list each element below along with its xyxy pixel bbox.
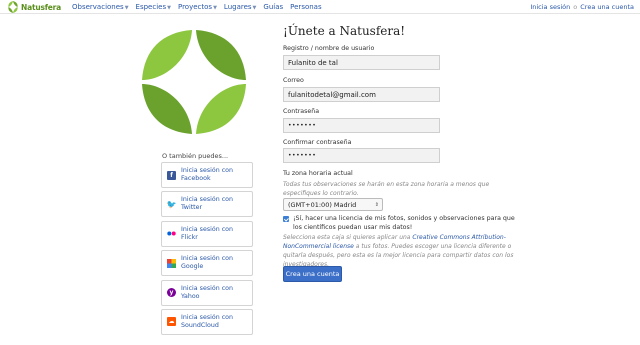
caret-down-icon: ▼ <box>213 5 217 11</box>
social-line2: Google <box>181 263 204 271</box>
caret-down-icon: ▼ <box>167 5 171 11</box>
login-soundcloud-button[interactable]: ☁ Inicia sesión con SoundCloud <box>161 308 253 335</box>
caret-down-icon: ▼ <box>252 5 257 11</box>
brand-logo[interactable]: Natusfera <box>7 1 61 13</box>
social-button-label: Inicia sesión con Yahoo <box>181 285 233 301</box>
nav-label: Especies <box>135 3 167 11</box>
social-line2: Twitter <box>181 204 203 212</box>
email-label: Correo <box>283 77 304 84</box>
social-line2: SoundCloud <box>181 321 219 329</box>
page-title: ¡Únete a Natusfera! <box>283 24 406 38</box>
email-field[interactable]: fulanitodetal@gmail.com <box>283 87 440 102</box>
social-button-label: Inicia sesión con Facebook <box>181 167 233 183</box>
timezone-label: Tu zona horaria actual <box>283 170 353 177</box>
yahoo-icon: y <box>167 288 176 298</box>
login-facebook-button[interactable]: f Inicia sesión con Facebook <box>161 162 253 188</box>
social-line2: Yahoo <box>181 292 200 300</box>
password-field[interactable]: ••••••• <box>283 118 440 133</box>
license-label: ¡Sí, hacer una licencia de mis fotos, so… <box>293 215 515 231</box>
social-button-label: Inicia sesión con Flickr <box>181 226 233 242</box>
soundcloud-icon: ☁ <box>167 317 176 327</box>
login-google-button[interactable]: Inicia sesión con Google <box>161 250 253 277</box>
nav-lugares[interactable]: Lugares▼ <box>224 3 256 11</box>
nav-especies[interactable]: Especies▼ <box>136 3 171 11</box>
nav-label: Personas <box>290 3 322 11</box>
login-twitter-button[interactable]: 🐦 Inicia sesión con Twitter <box>161 191 253 218</box>
nav-personas[interactable]: Personas <box>290 3 321 11</box>
social-line1: Inicia sesión con <box>181 255 234 263</box>
social-line2: Facebook <box>181 175 211 182</box>
nav-proyectos[interactable]: Proyectos▼ <box>178 3 217 11</box>
natusfera-hero-logo <box>142 30 246 134</box>
select-arrows-icon: ⇕ <box>374 202 379 208</box>
social-line1: Inicia sesión con <box>181 196 234 204</box>
license-hint-text: Selecciona esta caja si quieres aplicar … <box>283 234 413 241</box>
nav-label: Observaciones <box>72 3 124 11</box>
social-button-label: Inicia sesión con Google <box>181 255 233 271</box>
timezone-hint: Todas tus observaciones se harán en esta… <box>283 181 490 197</box>
social-login-list: f Inicia sesión con Facebook 🐦 Inicia ses… <box>161 162 253 338</box>
confirm-password-label: Confirmar contraseña <box>283 139 352 146</box>
google-icon <box>167 258 176 268</box>
social-button-label: Inicia sesión con Twitter <box>181 196 233 212</box>
main-nav: Observaciones▼ Especies▼ Proyectos▼ Luga… <box>72 0 329 14</box>
social-line1: Inicia sesión con <box>181 167 234 174</box>
license-hint: Selecciona esta caja si quieres aplicar … <box>283 233 518 269</box>
password-label: Contraseña <box>283 108 320 115</box>
nav-guias[interactable]: Guías <box>263 3 283 11</box>
nav-label: Lugares <box>223 3 252 11</box>
username-field[interactable]: Fulanito de tal <box>283 55 440 70</box>
confirm-password-field[interactable]: ••••••• <box>283 148 440 163</box>
signup-link[interactable]: Crea una cuenta <box>580 3 634 11</box>
login-link[interactable]: Inicia sesión <box>530 3 570 11</box>
social-line2: Flickr <box>181 233 198 241</box>
timezone-select[interactable]: (GMT+01:00) Madrid ⇕ <box>283 198 383 211</box>
natusfera-logo-icon <box>8 1 18 13</box>
social-line1: Inicia sesión con <box>181 284 234 292</box>
facebook-icon: f <box>167 170 176 180</box>
auth-separator: o <box>573 3 578 11</box>
auth-links: Inicia sesión o Crea una cuenta <box>530 0 634 14</box>
top-navigation-bar: Natusfera Observaciones▼ Especies▼ Proye… <box>0 0 640 14</box>
caret-down-icon: ▼ <box>124 5 129 11</box>
brand-name: Natusfera <box>21 2 62 12</box>
create-account-button[interactable]: Crea una cuenta <box>283 266 342 282</box>
social-button-label: Inicia sesión con SoundCloud <box>181 314 233 330</box>
username-label: Registro / nombre de usuario <box>283 45 375 52</box>
nav-observaciones[interactable]: Observaciones▼ <box>72 3 129 11</box>
login-flickr-button[interactable]: Inicia sesión con Flickr <box>161 220 253 247</box>
login-yahoo-button[interactable]: y Inicia sesión con Yahoo <box>161 279 253 306</box>
alternative-login-label: O también puedes... <box>162 152 229 160</box>
social-line1: Inicia sesión con <box>181 225 234 233</box>
flickr-icon <box>167 229 176 238</box>
twitter-icon: 🐦 <box>166 199 177 209</box>
timezone-value: (GMT+01:00) Madrid <box>288 201 357 209</box>
nav-label: Proyectos <box>177 3 213 11</box>
social-line1: Inicia sesión con <box>181 313 234 321</box>
nav-label: Guías <box>263 3 284 11</box>
license-checkbox[interactable] <box>283 216 289 222</box>
